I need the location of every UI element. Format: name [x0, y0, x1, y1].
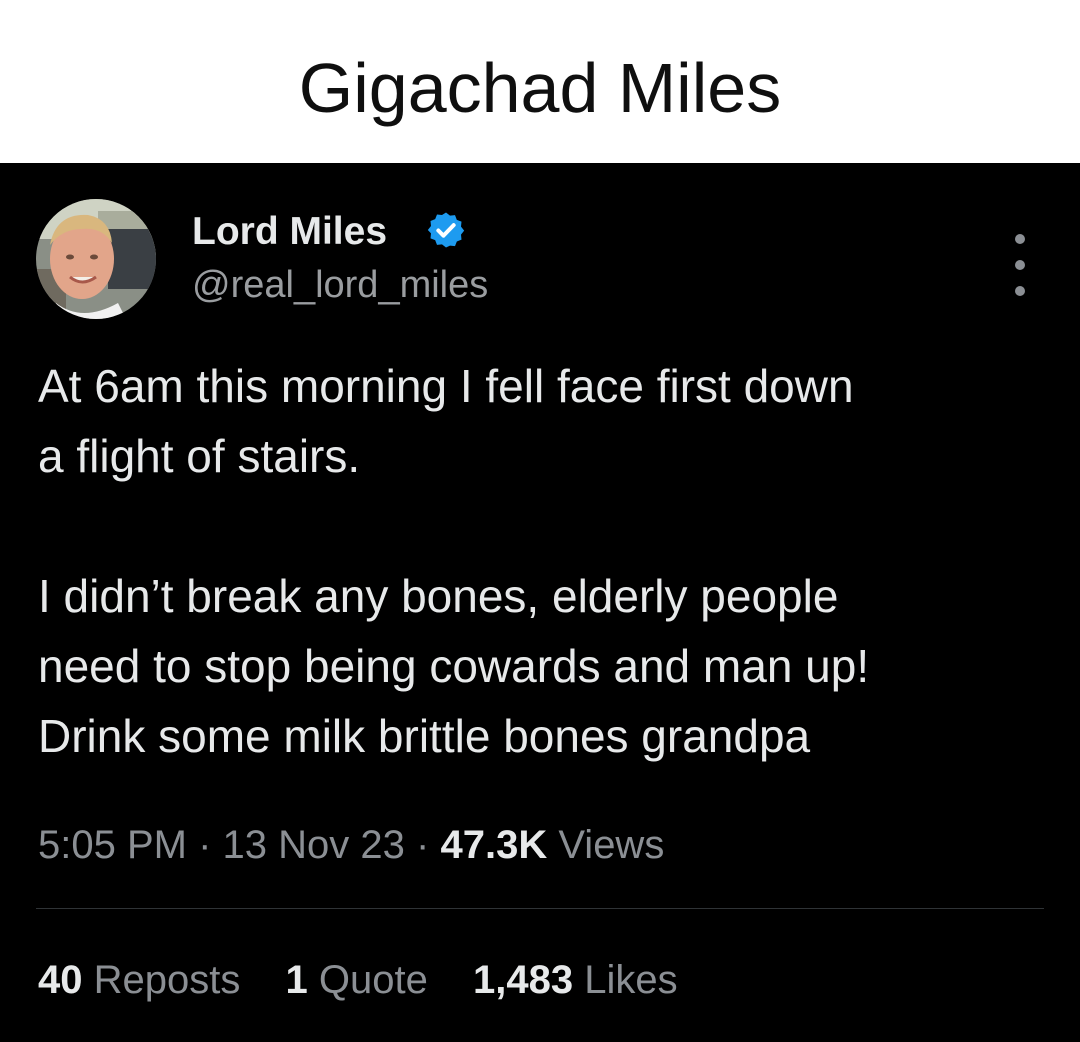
meta-separator: · [198, 823, 212, 867]
likes-label: Likes [584, 958, 678, 1002]
views-label[interactable]: Views [558, 823, 664, 867]
avatar[interactable] [36, 199, 156, 319]
tweet-date[interactable]: 13 Nov 23 [223, 823, 405, 867]
views-count[interactable]: 47.3K [440, 823, 547, 867]
avatar-photo [36, 199, 156, 319]
quotes-count: 1 [285, 958, 308, 1002]
meta-separator: · [416, 823, 430, 867]
tweet-text-line: a flight of stairs. [38, 430, 361, 482]
tweet-time[interactable]: 5:05 PM [38, 823, 187, 867]
tweet-text-line: I didn’t break any bones, elderly people [38, 570, 839, 622]
quotes-stat[interactable]: 1 Quote [286, 953, 428, 1007]
display-name[interactable]: Lord Miles [192, 209, 387, 255]
quotes-label: Quote [318, 958, 428, 1002]
reposts-count: 40 [38, 958, 83, 1002]
reposts-label: Reposts [93, 958, 241, 1002]
meme-caption-bar: Gigachad Miles [0, 0, 1080, 163]
tweet-text-line: At 6am this morning I fell face first do… [38, 360, 854, 412]
meme-caption: Gigachad Miles [298, 49, 782, 127]
verified-badge-icon [427, 212, 465, 248]
tweet-text-line: need to stop being cowards and man up! [38, 640, 870, 692]
likes-count: 1,483 [472, 958, 574, 1002]
tweet-text-line: Drink some milk brittle bones grandpa [38, 710, 811, 762]
tweet-meta: 5:05 PM · 13 Nov 23 · 47.3K Views [38, 818, 664, 872]
tweet-card: Lord Miles @real_lord_miles At 6am this … [0, 163, 1080, 1042]
engagement-stats: 40 Reposts 1 Quote 1,483 Likes [38, 953, 712, 1007]
more-vertical-icon[interactable] [1008, 229, 1032, 301]
reposts-stat[interactable]: 40 Reposts [38, 953, 240, 1007]
tweet-text: At 6am this morning I fell face first do… [38, 351, 1058, 771]
user-handle[interactable]: @real_lord_miles [192, 262, 488, 308]
divider [36, 908, 1044, 909]
likes-stat[interactable]: 1,483 Likes [473, 953, 678, 1007]
